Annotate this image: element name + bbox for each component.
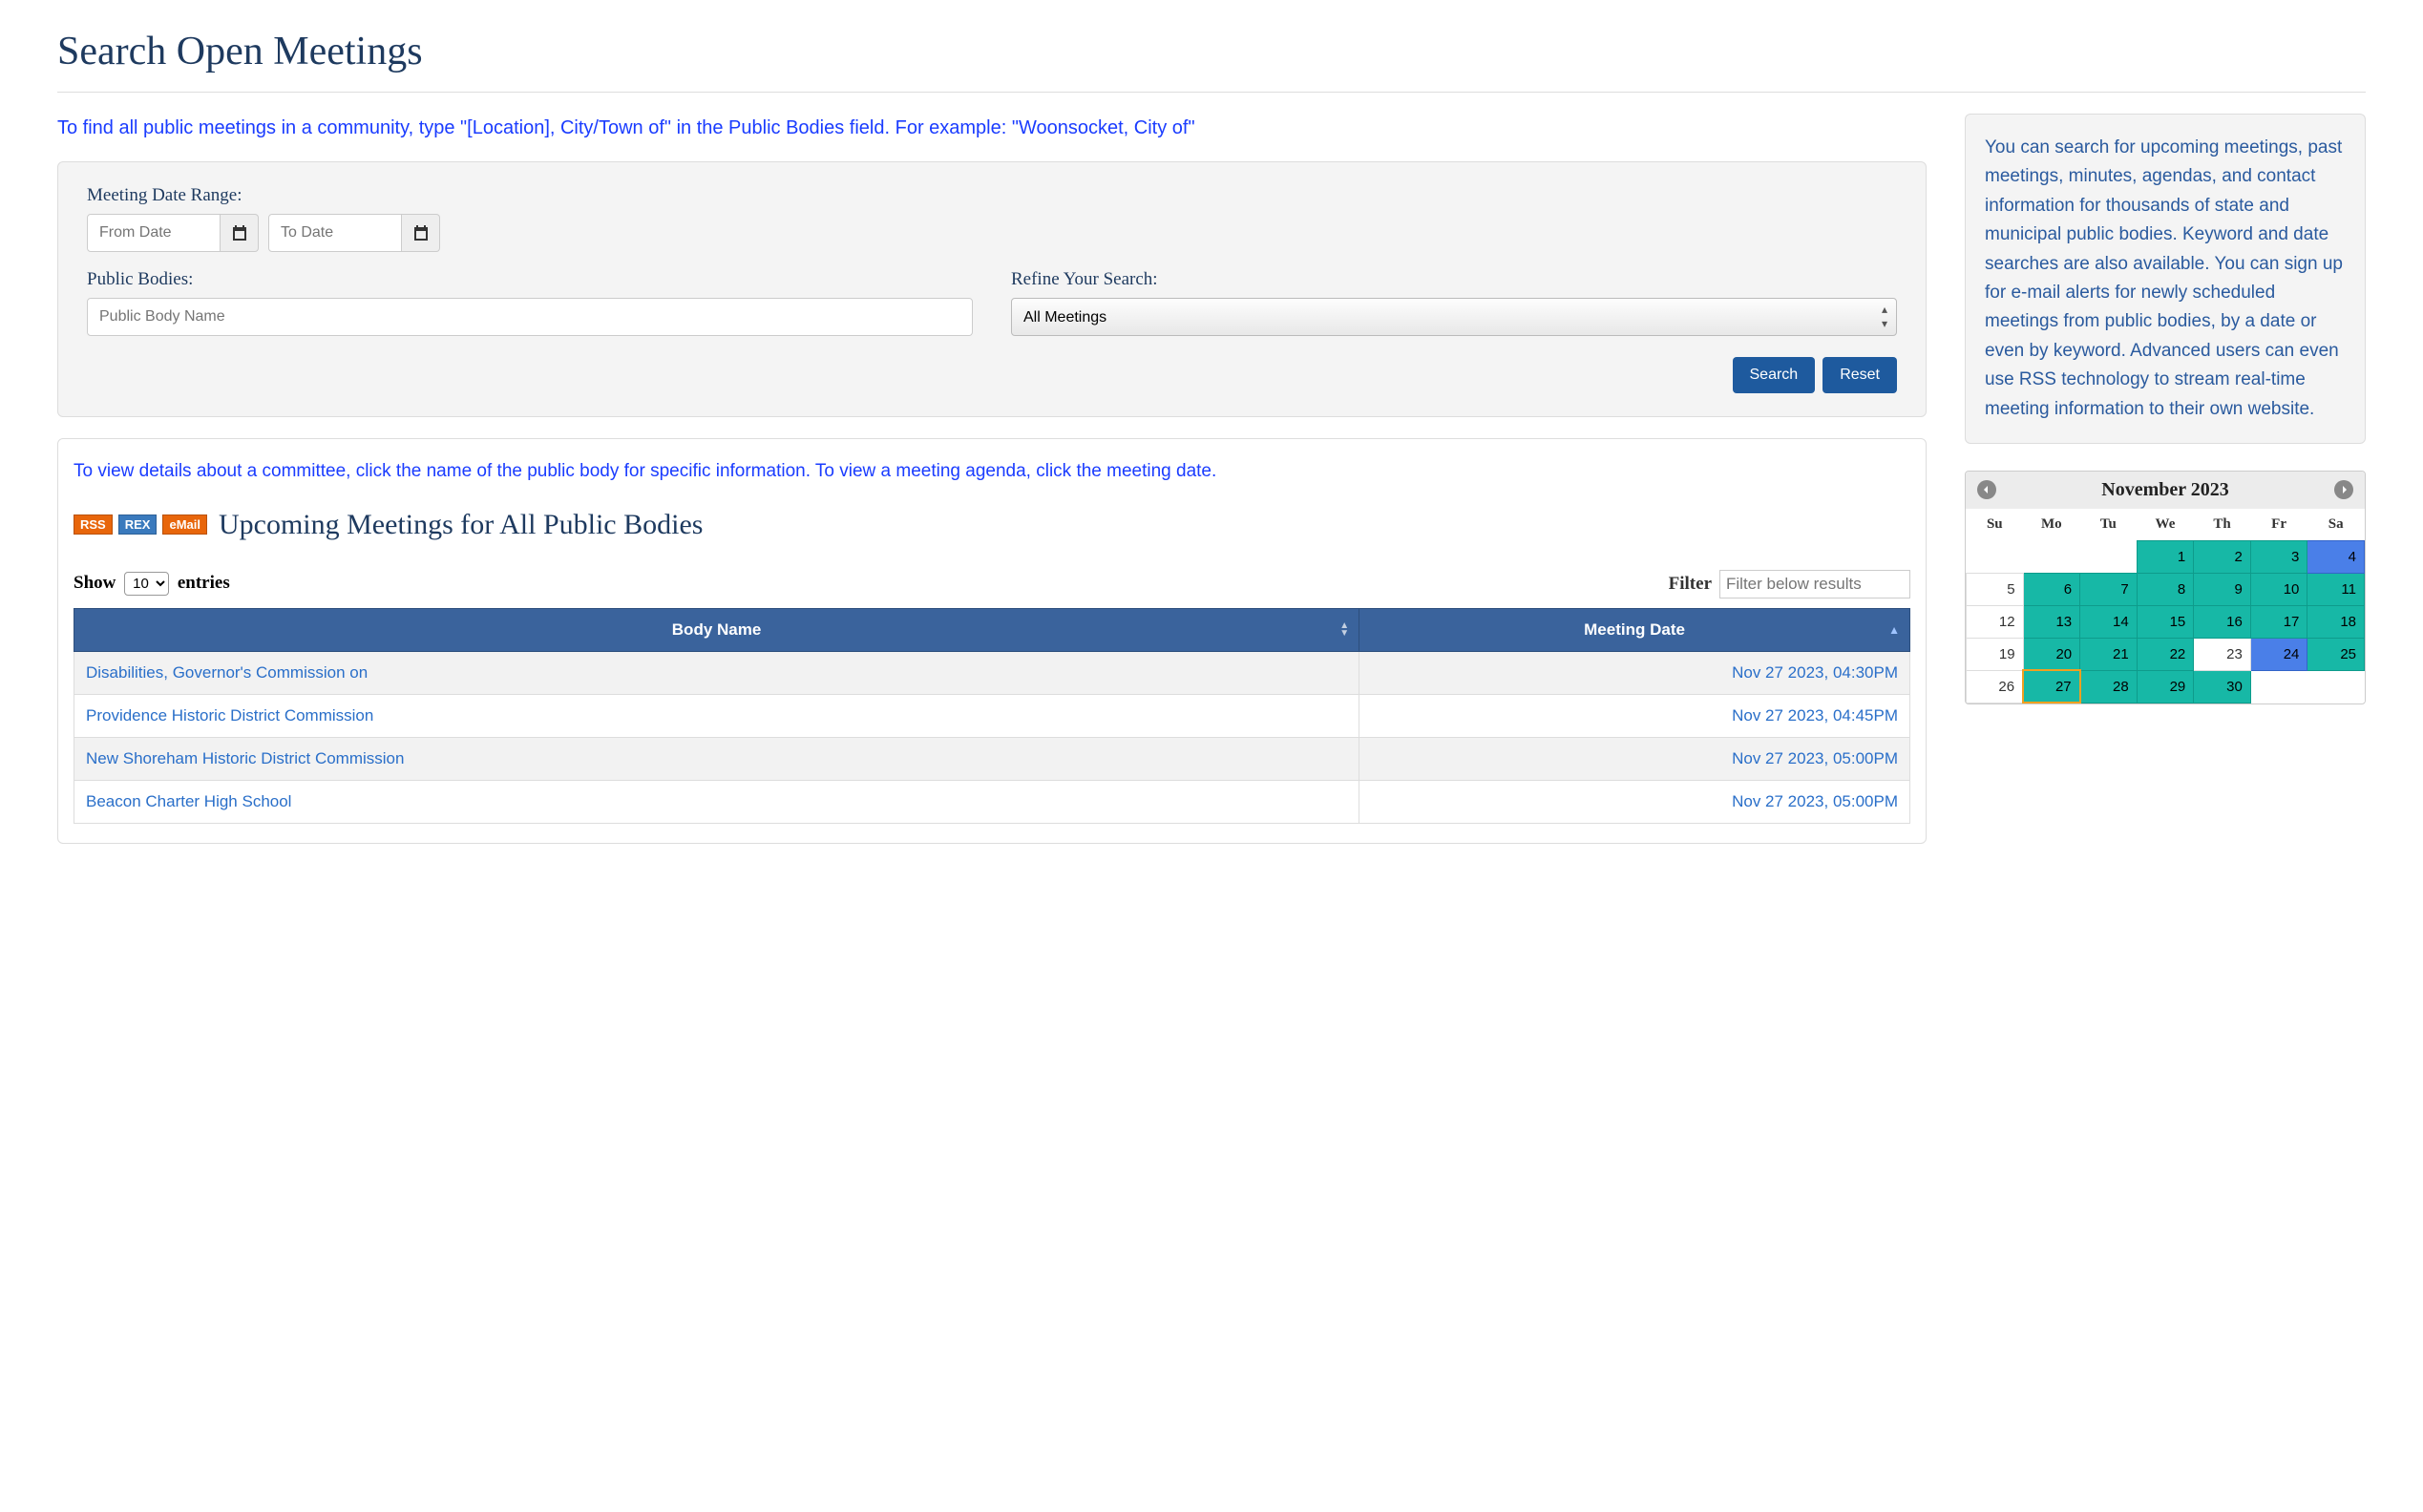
calendar-icon	[232, 225, 247, 241]
calendar-day[interactable]: 11	[2307, 573, 2365, 605]
public-bodies-label: Public Bodies:	[87, 269, 973, 290]
calendar-day[interactable]: 30	[2194, 670, 2251, 703]
calendar-day[interactable]: 29	[2137, 670, 2194, 703]
calendar-day[interactable]: 17	[2250, 605, 2307, 638]
calendar-day-header: Fr	[2250, 509, 2307, 541]
calendar-day: 26	[1967, 670, 2024, 703]
calendar-day[interactable]: 1	[2137, 540, 2194, 573]
table-row: New Shoreham Historic District Commissio…	[74, 737, 1910, 780]
calendar-day: 12	[1967, 605, 2024, 638]
from-date-input[interactable]	[87, 214, 221, 252]
from-date-calendar-button[interactable]	[221, 214, 259, 252]
calendar-icon	[413, 225, 429, 241]
calendar-day[interactable]: 2	[2194, 540, 2251, 573]
calendar-day[interactable]: 18	[2307, 605, 2365, 638]
meeting-date-link[interactable]: Nov 27 2023, 04:45PM	[1359, 694, 1910, 737]
calendar-title: November 2023	[2101, 479, 2229, 501]
calendar-day[interactable]: 27	[2023, 670, 2080, 703]
upcoming-meetings-title: Upcoming Meetings for All Public Bodies	[219, 509, 703, 541]
info-panel: You can search for upcoming meetings, pa…	[1965, 114, 2366, 444]
refine-label: Refine Your Search:	[1011, 269, 1897, 290]
calendar-next-button[interactable]	[2334, 480, 2353, 499]
rss-badge[interactable]: RSS	[74, 514, 113, 535]
calendar-empty	[2307, 670, 2365, 703]
search-hint: To find all public meetings in a communi…	[57, 114, 1927, 142]
reset-button[interactable]: Reset	[1823, 357, 1897, 393]
meeting-date-link[interactable]: Nov 27 2023, 05:00PM	[1359, 780, 1910, 823]
show-label: Show	[74, 573, 116, 593]
entries-label: entries	[178, 573, 230, 593]
calendar-day-header: Sa	[2307, 509, 2365, 541]
rex-badge[interactable]: REX	[118, 514, 158, 535]
calendar-day[interactable]: 14	[2080, 605, 2138, 638]
calendar-day[interactable]: 28	[2080, 670, 2138, 703]
calendar-day[interactable]: 10	[2250, 573, 2307, 605]
calendar-day-header: Tu	[2080, 509, 2138, 541]
date-range-label: Meeting Date Range:	[87, 185, 1897, 206]
public-body-input[interactable]	[87, 298, 973, 336]
refine-select[interactable]: All Meetings	[1011, 298, 1897, 336]
filter-label: Filter	[1669, 574, 1712, 595]
meeting-date-link[interactable]: Nov 27 2023, 04:30PM	[1359, 651, 1910, 694]
body-name-link[interactable]: Beacon Charter High School	[74, 780, 1359, 823]
table-row: Disabilities, Governor's Commission onNo…	[74, 651, 1910, 694]
search-button[interactable]: Search	[1733, 357, 1816, 393]
calendar-day[interactable]: 20	[2023, 638, 2080, 670]
table-row: Providence Historic District CommissionN…	[74, 694, 1910, 737]
calendar-day[interactable]: 6	[2023, 573, 2080, 605]
sort-asc-icon: ▲	[1888, 623, 1900, 637]
body-name-link[interactable]: Disabilities, Governor's Commission on	[74, 651, 1359, 694]
calendar-day-header: We	[2137, 509, 2194, 541]
calendar-day[interactable]: 9	[2194, 573, 2251, 605]
chevron-right-icon	[2340, 486, 2348, 494]
meeting-date-link[interactable]: Nov 27 2023, 05:00PM	[1359, 737, 1910, 780]
calendar-day: 19	[1967, 638, 2024, 670]
calendar-empty	[2250, 670, 2307, 703]
calendar-empty	[1967, 540, 2024, 573]
entries-select[interactable]: 10	[124, 572, 169, 596]
to-date-calendar-button[interactable]	[402, 214, 440, 252]
calendar-prev-button[interactable]	[1977, 480, 1996, 499]
body-name-link[interactable]: Providence Historic District Commission	[74, 694, 1359, 737]
calendar-day[interactable]: 13	[2023, 605, 2080, 638]
info-text: You can search for upcoming meetings, pa…	[1985, 134, 2346, 424]
results-panel: To view details about a committee, click…	[57, 438, 1927, 844]
email-badge[interactable]: eMail	[162, 514, 207, 535]
calendar-day[interactable]: 21	[2080, 638, 2138, 670]
col-body-name[interactable]: Body Name ▲▼	[74, 608, 1359, 651]
table-row: Beacon Charter High SchoolNov 27 2023, 0…	[74, 780, 1910, 823]
calendar-widget: November 2023 SuMoTuWeThFrSa 12345678910…	[1965, 471, 2366, 705]
calendar-day[interactable]: 8	[2137, 573, 2194, 605]
chevron-left-icon	[1983, 486, 1991, 494]
calendar-empty	[2080, 540, 2138, 573]
meetings-table: Body Name ▲▼ Meeting Date ▲ Disabilities…	[74, 608, 1910, 824]
col-meeting-date[interactable]: Meeting Date ▲	[1359, 608, 1910, 651]
divider	[57, 92, 2366, 93]
calendar-day-header: Th	[2194, 509, 2251, 541]
to-date-input[interactable]	[268, 214, 402, 252]
calendar-day[interactable]: 7	[2080, 573, 2138, 605]
results-hint: To view details about a committee, click…	[74, 458, 1910, 486]
sort-icon: ▲▼	[1339, 622, 1349, 638]
page-title: Search Open Meetings	[57, 29, 2366, 74]
body-name-link[interactable]: New Shoreham Historic District Commissio…	[74, 737, 1359, 780]
calendar-empty	[2023, 540, 2080, 573]
search-panel: Meeting Date Range: Public Bodi	[57, 161, 1927, 417]
calendar-day[interactable]: 24	[2250, 638, 2307, 670]
calendar-day[interactable]: 16	[2194, 605, 2251, 638]
calendar-day: 23	[2194, 638, 2251, 670]
calendar-day[interactable]: 3	[2250, 540, 2307, 573]
calendar-day[interactable]: 22	[2137, 638, 2194, 670]
calendar-day-header: Mo	[2023, 509, 2080, 541]
calendar-day: 5	[1967, 573, 2024, 605]
calendar-day[interactable]: 25	[2307, 638, 2365, 670]
filter-input[interactable]	[1719, 570, 1910, 598]
calendar-day[interactable]: 4	[2307, 540, 2365, 573]
calendar-day-header: Su	[1967, 509, 2024, 541]
calendar-day[interactable]: 15	[2137, 605, 2194, 638]
